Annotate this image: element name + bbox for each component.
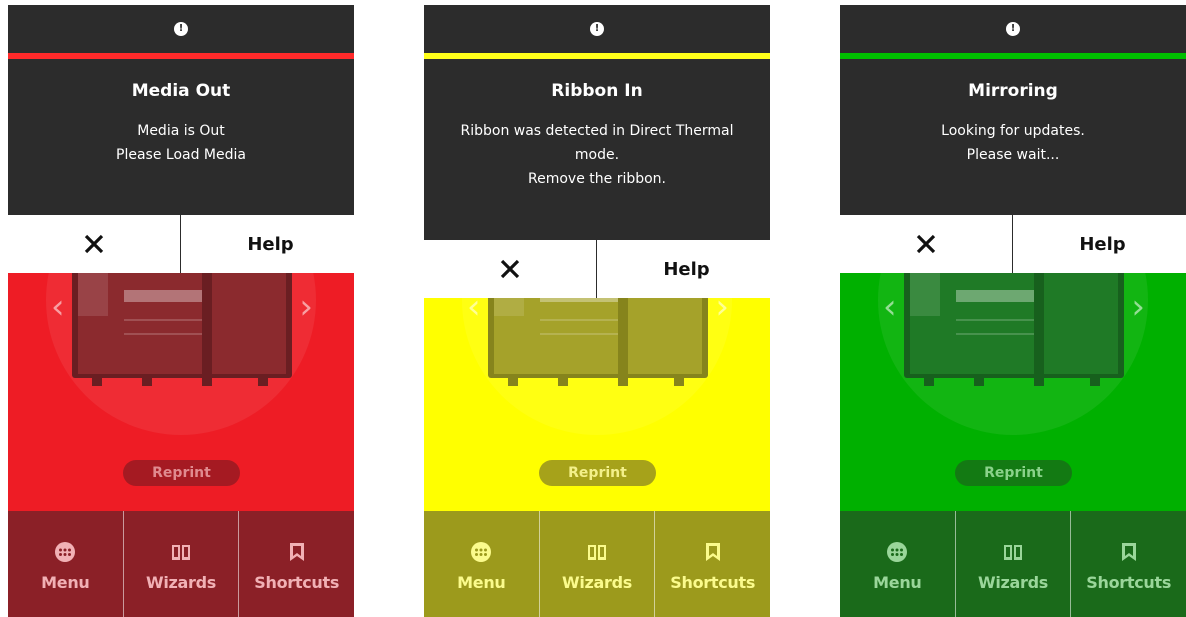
alert-message-line: Looking for updates. [941,123,1085,139]
bookmark-icon [1121,543,1136,561]
menu-label: Menu [41,573,90,592]
alert-message-line: Remove the ribbon. [528,171,666,187]
alert-title: Ribbon In [551,81,643,101]
shortcuts-label: Shortcuts [1086,573,1172,592]
close-button[interactable] [8,215,181,273]
shortcuts-button[interactable]: Shortcuts [654,511,770,617]
close-button[interactable] [424,240,597,298]
alert-status-line [8,53,354,59]
alert-dialog: ! Ribbon In Ribbon was detected in Direc… [424,5,770,240]
wizards-button[interactable]: Wizards [954,511,1071,617]
close-icon [84,234,104,254]
printer-screen-mirroring: ‹ › Reprint Menu Wizards Shortcuts ! Mir… [840,5,1186,617]
shortcuts-label: Shortcuts [670,573,756,592]
dots-menu-icon [887,542,908,562]
alert-message-line: Ribbon was detected in Direct Thermal [460,123,734,139]
close-button[interactable] [840,215,1013,273]
wizards-button[interactable]: Wizards [122,511,239,617]
menu-label: Menu [457,573,506,592]
help-button[interactable]: Help [597,240,770,298]
info-circle-icon: ! [1006,22,1020,36]
close-icon [500,259,520,279]
menu-label: Menu [873,573,922,592]
alert-dialog: ! Media Out Media is Out Please Load Med… [8,5,354,215]
bottom-nav-bar: Menu Wizards Shortcuts [424,511,770,617]
book-icon [172,545,190,560]
dots-menu-icon [55,542,76,562]
help-button[interactable]: Help [181,215,354,273]
carousel-next-icon[interactable]: › [1131,290,1145,324]
bottom-nav-bar: Menu Wizards Shortcuts [8,511,354,617]
reprint-button[interactable]: Reprint [955,460,1072,486]
menu-button[interactable]: Menu [8,511,123,617]
alert-message: Looking for updates. Please wait... [840,119,1186,167]
help-button[interactable]: Help [1013,215,1186,273]
alert-title: Mirroring [968,81,1058,101]
alert-message-line: Please Load Media [116,147,246,163]
printer-screen-media-out: ‹ › Reprint Menu Wizards Shortcuts ! Med… [8,5,354,617]
alert-dialog: ! Mirroring Looking for updates. Please … [840,5,1186,215]
wizards-label: Wizards [146,573,217,592]
wizards-label: Wizards [562,573,633,592]
alert-actions: Help [840,215,1186,273]
shortcuts-button[interactable]: Shortcuts [1070,511,1186,617]
carousel-prev-icon[interactable]: ‹ [51,290,65,324]
dots-menu-icon [471,542,492,562]
alert-status-line [424,53,770,59]
carousel-next-icon[interactable]: › [299,290,313,324]
alert-message-line: mode. [574,147,620,163]
shortcuts-label: Shortcuts [254,573,340,592]
menu-button[interactable]: Menu [840,511,955,617]
alert-header: ! [8,5,354,53]
alert-message: Media is Out Please Load Media [8,119,354,167]
bottom-nav-bar: Menu Wizards Shortcuts [840,511,1186,617]
wizards-label: Wizards [978,573,1049,592]
alert-message-line: Please wait... [966,147,1060,163]
book-icon [1004,545,1022,560]
bookmark-icon [705,543,720,561]
alert-title: Media Out [131,81,231,101]
alert-message: Ribbon was detected in Direct Thermal mo… [424,119,770,191]
bookmark-icon [289,543,304,561]
reprint-button[interactable]: Reprint [539,460,656,486]
book-icon [588,545,606,560]
printer-screen-ribbon-in: ‹ › Reprint Menu Wizards Shortcuts ! Rib… [424,5,770,617]
shortcuts-button[interactable]: Shortcuts [238,511,354,617]
alert-header: ! [840,5,1186,53]
alert-actions: Help [8,215,354,273]
wizards-button[interactable]: Wizards [538,511,655,617]
reprint-button[interactable]: Reprint [123,460,240,486]
alert-message-line: Media is Out [137,123,225,139]
info-circle-icon: ! [174,22,188,36]
menu-button[interactable]: Menu [424,511,539,617]
alert-status-line [840,53,1186,59]
carousel-prev-icon[interactable]: ‹ [883,290,897,324]
alert-header: ! [424,5,770,53]
alert-actions: Help [424,240,770,298]
info-circle-icon: ! [590,22,604,36]
close-icon [916,234,936,254]
